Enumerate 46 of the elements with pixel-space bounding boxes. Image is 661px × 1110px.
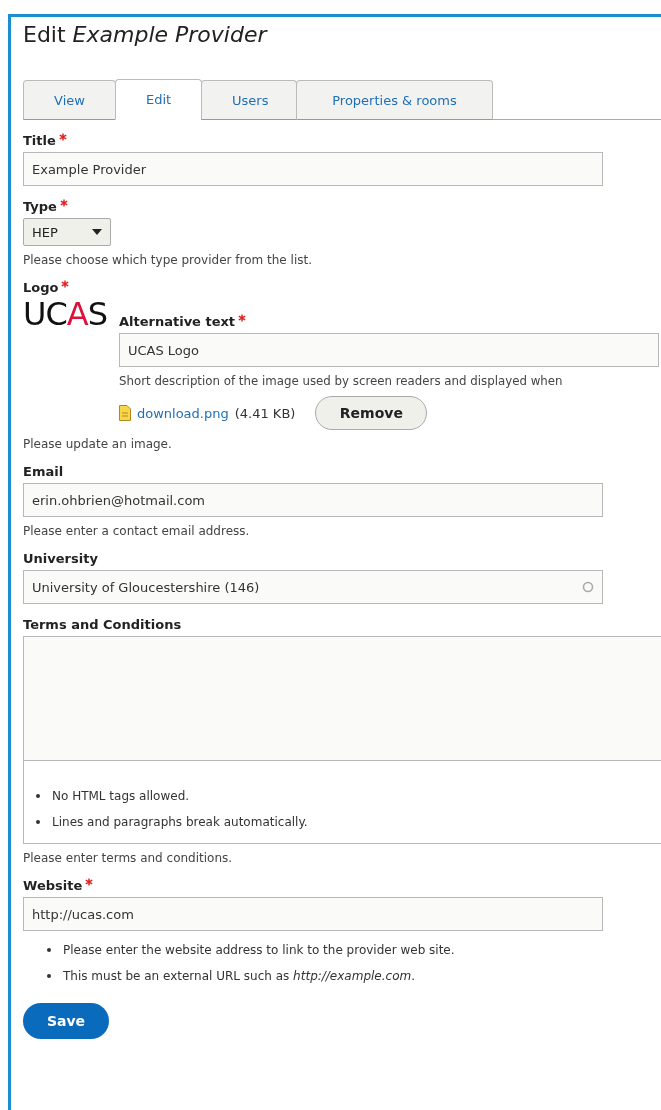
type-dropdown[interactable]: HEP [23, 218, 111, 246]
field-label: University [23, 550, 98, 568]
text-field[interactable]: erin.ohbrien@hotmail.com [23, 483, 603, 517]
bullet-icon [36, 820, 40, 824]
tip-text: No HTML tags allowed. [52, 789, 190, 803]
help-text: Please enter a contact email address. [23, 524, 251, 538]
tip-text: Lines and paragraphs break automatically. [52, 815, 308, 829]
page-title: Edit Example Provider [23, 21, 269, 49]
loading-icon [582, 581, 594, 593]
required-icon [85, 878, 94, 886]
text-field[interactable]: UCAS Logo [118, 333, 659, 367]
tip-text: This must be an external URL such as http://example.com. [63, 969, 415, 983]
bullet-icon [47, 974, 51, 978]
field-label: Email [23, 463, 64, 481]
caret-icon [92, 229, 102, 235]
field-label: Alternative text [118, 313, 236, 331]
tab[interactable]: View [23, 80, 116, 120]
bullet-icon [47, 948, 51, 952]
tab[interactable]: Properties & rooms [296, 80, 493, 120]
help-text: Please enter terms and conditions. [23, 851, 234, 865]
file-size: (4.41 KB) [234, 405, 296, 421]
required-icon [58, 133, 67, 141]
field-label: Terms and Conditions [23, 616, 182, 634]
help-text: Short description of the image used by screen readers and displayed when [118, 374, 564, 388]
text-area[interactable] [24, 637, 661, 761]
required-icon [238, 314, 247, 322]
file-icon [118, 405, 131, 421]
tip-text: Please enter the website address to link to the provider web site. [63, 943, 455, 957]
tab[interactable]: Users [201, 80, 297, 120]
field-label: Website [23, 877, 83, 895]
autocomplete-field[interactable]: University of Gloucestershire (146) [23, 570, 603, 604]
required-icon [61, 280, 70, 288]
field-label: Type [23, 198, 57, 216]
bullet-icon [36, 794, 40, 798]
text-field[interactable]: http://ucas.com [23, 897, 603, 931]
field-label: Title [23, 132, 56, 150]
tab[interactable]: Edit [115, 79, 202, 120]
remove-button[interactable]: Remove [315, 396, 428, 430]
logo: UCAS [23, 297, 107, 331]
file-link[interactable]: download.png [136, 405, 229, 421]
help-text: Please update an image. [23, 437, 173, 451]
help-text: Please choose which type provider from the list. [23, 253, 313, 267]
save-button[interactable]: Save [23, 1003, 109, 1039]
field-label: Logo [23, 279, 59, 297]
text-field[interactable]: Example Provider [23, 152, 603, 186]
required-icon [59, 199, 68, 207]
